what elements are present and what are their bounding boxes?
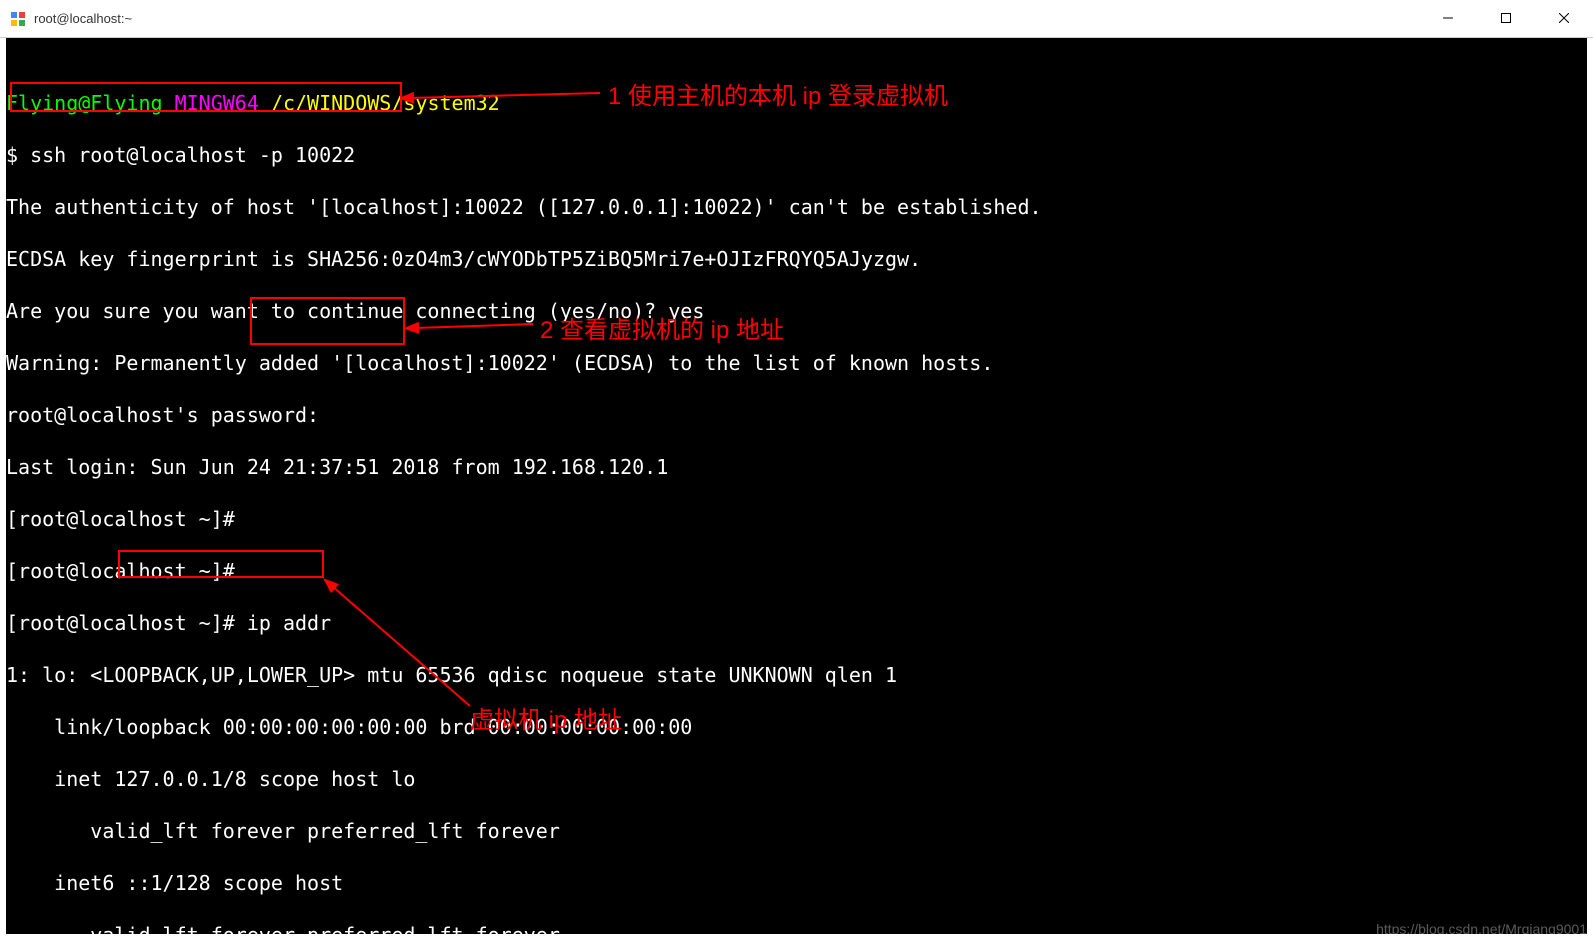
- app-icon: [10, 11, 26, 27]
- output-line: valid_lft forever preferred_lft forever: [6, 922, 1587, 934]
- output-line: link/loopback 00:00:00:00:00:00 brd 00:0…: [6, 714, 1587, 740]
- minimize-button[interactable]: [1419, 0, 1477, 36]
- ssh-command: ssh root@localhost -p 10022: [18, 143, 355, 167]
- output-line: Are you sure you want to continue connec…: [6, 298, 1587, 324]
- maximize-button[interactable]: [1477, 0, 1535, 36]
- prompt-cwd: /c/WINDOWS/system32: [271, 91, 500, 115]
- output-line: valid_lft forever preferred_lft forever: [6, 818, 1587, 844]
- ip-addr-command: ip addr: [247, 611, 331, 635]
- prompt-ps1: $: [6, 143, 18, 167]
- output-line: ECDSA key fingerprint is SHA256:0zO4m3/c…: [6, 246, 1587, 272]
- window-titlebar: root@localhost:~: [0, 0, 1593, 38]
- window-controls: [1419, 0, 1593, 36]
- output-line: Warning: Permanently added '[localhost]:…: [6, 350, 1587, 376]
- watermark-text: https://blog.csdn.net/Mrqiang9001: [1376, 921, 1587, 937]
- root-prompt: [root@localhost ~]#: [6, 611, 247, 635]
- root-prompt: [root@localhost ~]#: [6, 558, 1587, 584]
- terminal-pane[interactable]: Flying@Flying MINGW64 /c/WINDOWS/system3…: [6, 38, 1587, 934]
- output-line: inet 127.0.0.1/8 scope host lo: [6, 766, 1587, 792]
- output-line: 1: lo: <LOOPBACK,UP,LOWER_UP> mtu 65536 …: [6, 662, 1587, 688]
- prompt-user-host: Flying@Flying: [6, 91, 163, 115]
- output-line: The authenticity of host '[localhost]:10…: [6, 194, 1587, 220]
- window-title: root@localhost:~: [34, 11, 132, 26]
- output-line: root@localhost's password:: [6, 402, 1587, 428]
- root-prompt: [root@localhost ~]#: [6, 506, 1587, 532]
- prompt-shell-env: MINGW64: [175, 91, 259, 115]
- output-line: inet6 ::1/128 scope host: [6, 870, 1587, 896]
- output-line: Last login: Sun Jun 24 21:37:51 2018 fro…: [6, 454, 1587, 480]
- close-button[interactable]: [1535, 0, 1593, 36]
